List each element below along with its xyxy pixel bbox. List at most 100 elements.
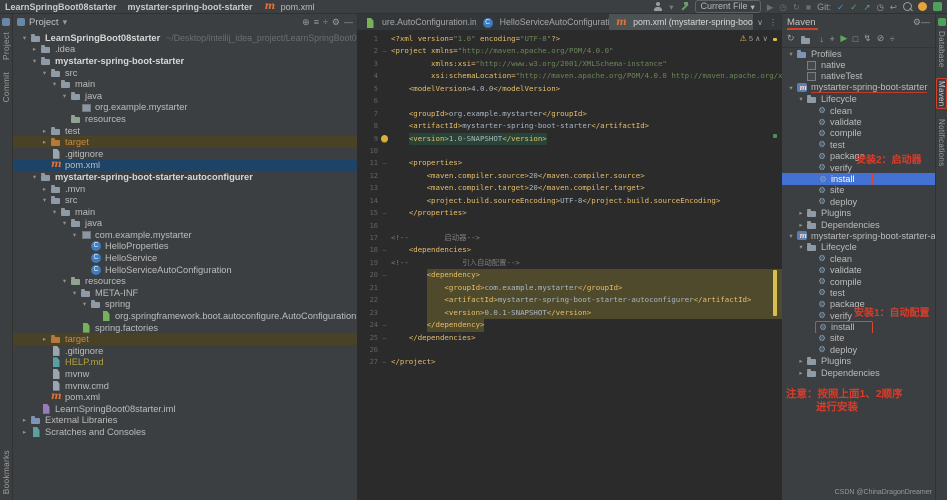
fold-indicator[interactable]: – xyxy=(378,244,391,256)
maven-item-mystarter-spring-boot-starter-autoconfigurer-goal-validate[interactable]: ⚙validate xyxy=(782,264,935,275)
tree-item-learnspringboot08starter[interactable]: ▾LearnSpringBoot08starter~/Desktop/intel… xyxy=(13,32,357,44)
tab-options-icon[interactable]: ⋮ xyxy=(769,18,777,27)
locate-icon[interactable]: ⊕ xyxy=(302,17,310,28)
code-line[interactable]: 18– <dependencies> xyxy=(358,244,782,256)
hide-panel-icon[interactable]: — xyxy=(921,17,930,27)
tree-chevron-icon[interactable]: ▸ xyxy=(19,428,30,436)
code-line[interactable]: 12 <maven.compiler.source>20</maven.comp… xyxy=(358,170,782,182)
code-line[interactable]: 14 <project.build.sourceEncoding>UTF-8</… xyxy=(358,195,782,207)
refresh-icon[interactable]: ↻ xyxy=(787,33,795,44)
add-maven-project-icon[interactable]: + xyxy=(830,34,835,44)
collapse-icon[interactable]: ÷ xyxy=(890,34,895,44)
ide-plugin-icon[interactable] xyxy=(933,2,942,11)
editor[interactable]: 1<?xml version="1.0" encoding="UTF-8"?>2… xyxy=(358,30,782,500)
tree-item-src[interactable]: ▾src xyxy=(13,194,357,206)
avatar[interactable] xyxy=(918,2,927,11)
tree-chevron-icon[interactable]: ▾ xyxy=(29,57,40,65)
code-line[interactable]: 19<!-- 引入自动配置--> xyxy=(358,257,782,269)
fold-indicator[interactable]: – xyxy=(378,356,391,368)
tree-item-target[interactable]: ▸target xyxy=(13,136,357,148)
maven-item-mystarter-spring-boot-starter-autoconfigurer[interactable]: ▾mystarter-spring-boot-starter-autoconfi… xyxy=(782,230,935,241)
code-line[interactable]: 13 <maven.compiler.target>20</maven.comp… xyxy=(358,182,782,194)
tree-item-main[interactable]: ▾main xyxy=(13,206,357,218)
tree-item-mystarter-spring-boot-starter-autoconfigurer[interactable]: ▾mystarter-spring-boot-starter-autoconfi… xyxy=(13,171,357,183)
download-sources-icon[interactable]: ↓ xyxy=(820,34,825,44)
tree-item-gitignore[interactable]: .gitignore xyxy=(13,148,357,160)
tree-chevron-icon[interactable]: ▸ xyxy=(39,138,50,146)
reload-projects-icon[interactable] xyxy=(800,34,811,43)
chevron-down-icon[interactable]: ▾ xyxy=(63,17,68,28)
history-icon[interactable]: ◷ xyxy=(876,2,883,12)
tree-chevron-icon[interactable]: ▾ xyxy=(39,196,50,204)
next-warning-icon[interactable]: ∨ xyxy=(763,34,769,43)
fold-indicator[interactable]: – xyxy=(378,319,391,331)
stripe-tab-database[interactable]: Database xyxy=(937,31,946,68)
tree-chevron-icon[interactable]: ▾ xyxy=(79,300,90,308)
breadcrumb-file[interactable]: pom.xml xyxy=(264,2,315,12)
tree-chevron-icon[interactable]: ▸ xyxy=(796,357,806,365)
tree-chevron-icon[interactable]: ▾ xyxy=(69,289,80,297)
run-maven-goal-icon[interactable]: ▶ xyxy=(840,33,847,44)
maven-item-mystarter-spring-boot-starter-goal-deploy[interactable]: ⚙deploy xyxy=(782,196,935,207)
tree-chevron-icon[interactable]: ▸ xyxy=(796,369,806,377)
user-icon[interactable] xyxy=(653,2,663,11)
tree-chevron-icon[interactable]: ▾ xyxy=(29,173,40,181)
stripe-tab-notifications[interactable]: Notifications xyxy=(937,119,946,166)
tree-item-helloproperties[interactable]: HelloProperties xyxy=(13,241,357,253)
tree-item-learnspringboot08starter-iml[interactable]: LearnSpringBoot08starter.iml xyxy=(13,403,357,415)
tree-item-spring[interactable]: ▾spring xyxy=(13,299,357,311)
code-line[interactable]: 21 <groupId>com.example.mystarter</group… xyxy=(358,282,782,294)
tree-chevron-icon[interactable]: ▸ xyxy=(39,185,50,193)
maven-item-mystarter-spring-boot-starter-autoconfigurer-lifecycle[interactable]: ▾Lifecycle xyxy=(782,242,935,253)
tree-item-com-example-mystarter[interactable]: ▾com.example.mystarter xyxy=(13,229,357,241)
tree-item-mvnw[interactable]: mvnw xyxy=(13,368,357,380)
tree-chevron-icon[interactable]: ▾ xyxy=(796,243,806,251)
tree-item-gitignore[interactable]: .gitignore xyxy=(13,345,357,357)
tree-chevron-icon[interactable]: ▾ xyxy=(786,84,796,92)
tree-chevron-icon[interactable]: ▾ xyxy=(49,208,60,216)
maven-item-mystarter-spring-boot-starter-lifecycle[interactable]: ▾Lifecycle xyxy=(782,94,935,105)
maven-item-mystarter-spring-boot-starter-goal-validate[interactable]: ⚙validate xyxy=(782,116,935,127)
maven-item-mystarter-spring-boot-starter-autoconfigurer-goal-compile[interactable]: ⚙compile xyxy=(782,276,935,287)
tree-chevron-icon[interactable]: ▾ xyxy=(786,232,796,240)
stripe-tab-project[interactable]: Project xyxy=(1,32,11,60)
tree-item-pom-xml[interactable]: pom.xml xyxy=(13,160,357,172)
stripe-tab-maven[interactable]: Maven xyxy=(936,78,947,110)
tab-list-chevron-icon[interactable]: ∨ xyxy=(757,18,763,27)
execute-goal-icon[interactable]: □ xyxy=(853,34,858,44)
project-panel-title[interactable]: Project xyxy=(29,17,59,28)
tree-item-target[interactable]: ▸target xyxy=(13,333,357,345)
breadcrumb-project[interactable]: LearnSpringBoot08starter xyxy=(5,2,117,12)
checkbox[interactable] xyxy=(807,72,816,81)
code-line[interactable]: 3 xmlns:xsi="http://www.w3.org/2001/XMLS… xyxy=(358,58,782,70)
maven-item-mystarter-spring-boot-starter-autoconfigurer-goal-deploy[interactable]: ⚙deploy xyxy=(782,344,935,355)
tree-chevron-icon[interactable]: ▸ xyxy=(19,416,30,424)
code-line[interactable]: 15– </properties> xyxy=(358,207,782,219)
editor-tab-ure-autoconfiguration-imports[interactable]: ure.AutoConfiguration.imports× xyxy=(358,14,476,30)
skip-tests-icon[interactable]: ⊘ xyxy=(877,33,885,44)
tree-chevron-icon[interactable]: ▾ xyxy=(59,219,70,227)
tree-item-java[interactable]: ▾java xyxy=(13,90,357,102)
git-commit-icon[interactable]: ✓ xyxy=(850,2,857,12)
tree-chevron-icon[interactable]: ▸ xyxy=(39,335,50,343)
editor-tab-pom-xml-mystarter-spring-boot-starter[interactable]: pom.xml (mystarter-spring-boot-starter)× xyxy=(609,14,753,30)
tree-chevron-icon[interactable]: ▸ xyxy=(39,127,50,135)
maven-settings-icon[interactable]: ↯ xyxy=(864,33,872,44)
run-button[interactable]: ▶ xyxy=(767,2,774,12)
tree-item-mystarter-spring-boot-starter[interactable]: ▾mystarter-spring-boot-starter xyxy=(13,55,357,67)
tree-item-org-springframework-boot-autoconfigure-autoconfiguration-imports[interactable]: org.springframework.boot.autoconfigure.A… xyxy=(13,310,357,322)
maven-panel-title[interactable]: Maven xyxy=(787,17,816,28)
maven-item-mystarter-spring-boot-starter-autoconfigurer-dependencies[interactable]: ▸Dependencies xyxy=(782,367,935,378)
tree-item-java[interactable]: ▾java xyxy=(13,218,357,230)
maven-item-mystarter-spring-boot-starter-autoconfigurer-goal-install[interactable]: ⚙install xyxy=(782,321,935,332)
fold-indicator[interactable]: – xyxy=(378,332,391,344)
tree-item-scratches-and-consoles[interactable]: ▸Scratches and Consoles xyxy=(13,426,357,438)
tree-chevron-icon[interactable]: ▾ xyxy=(786,50,796,58)
stop-button[interactable]: ■ xyxy=(806,2,811,12)
code-line[interactable]: 7 <groupId>org.example.mystarter</groupI… xyxy=(358,108,782,120)
code-line[interactable]: 4 xsi:schemaLocation="http://maven.apach… xyxy=(358,70,782,82)
tree-chevron-icon[interactable]: ▾ xyxy=(49,80,60,88)
checkbox[interactable] xyxy=(807,61,816,70)
code-line[interactable]: 17<!-- 启动器--> xyxy=(358,232,782,244)
code-line[interactable]: 24– </dependency> xyxy=(358,319,782,331)
